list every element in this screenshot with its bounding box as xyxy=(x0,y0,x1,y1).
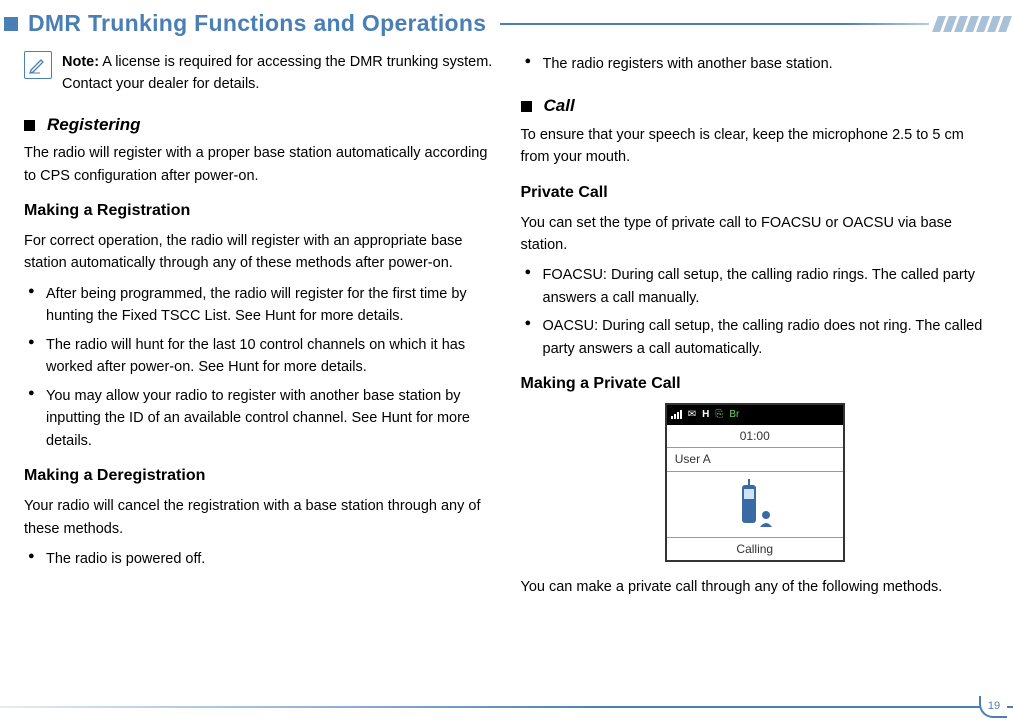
list-item: The radio will hunt for the last 10 cont… xyxy=(24,334,493,379)
phone-screen-illustration: ✉ H ⎘ Br 01:00 User A Calling xyxy=(665,403,845,562)
footer-rule-line xyxy=(0,706,1013,708)
right-column: The radio registers with another base st… xyxy=(507,51,1004,607)
phone-user: User A xyxy=(667,448,843,472)
left-column: Note: A license is required for accessin… xyxy=(10,51,507,607)
private-call-head: Private Call xyxy=(521,181,990,206)
registering-intro: The radio will register with a proper ba… xyxy=(24,142,493,187)
top-right-bullets: The radio registers with another base st… xyxy=(521,53,990,75)
list-item: FOACSU: During call setup, the calling r… xyxy=(521,264,990,309)
section-title: Registering xyxy=(47,112,141,138)
note-pencil-icon xyxy=(24,51,52,79)
status-h: H xyxy=(702,407,709,423)
note-label: Note: xyxy=(62,54,99,70)
list-item: OACSU: During call setup, the calling ra… xyxy=(521,315,990,360)
making-private-call-head: Making a Private Call xyxy=(521,372,990,397)
list-item: The radio is powered off. xyxy=(24,548,493,570)
status-br: Br xyxy=(729,407,739,423)
section-square-icon xyxy=(521,101,532,112)
phone-calling-label: Calling xyxy=(667,538,843,561)
header-stripes-icon xyxy=(932,16,1012,32)
signal-icon xyxy=(671,410,682,419)
note-body: A license is required for accessing the … xyxy=(62,54,492,92)
list-item: You may allow your radio to register wit… xyxy=(24,385,493,452)
making-registration-head: Making a Registration xyxy=(24,199,493,224)
note-block: Note: A license is required for accessin… xyxy=(24,51,493,96)
private-call-intro: You can set the type of private call to … xyxy=(521,212,990,257)
envelope-icon: ✉ xyxy=(688,407,696,423)
section-call: Call xyxy=(521,93,990,119)
note-text: Note: A license is required for accessin… xyxy=(62,51,493,96)
page-header: DMR Trunking Functions and Operations xyxy=(0,0,1013,43)
list-item: The radio registers with another base st… xyxy=(521,53,990,75)
making-deregistration-head: Making a Deregistration xyxy=(24,464,493,489)
header-rule-line xyxy=(500,23,929,25)
link-icon: ⎘ xyxy=(715,407,723,423)
section-registering: Registering xyxy=(24,112,493,138)
phone-status-bar: ✉ H ⎘ Br xyxy=(667,405,843,425)
deregistration-bullets: The radio is powered off. xyxy=(24,548,493,570)
list-item: After being programmed, the radio will r… xyxy=(24,283,493,328)
private-call-bullets: FOACSU: During call setup, the calling r… xyxy=(521,264,990,360)
section-square-icon xyxy=(24,120,35,131)
registration-bullets: After being programmed, the radio will r… xyxy=(24,283,493,452)
page-number: 19 xyxy=(979,696,1007,718)
phone-calling-graphic xyxy=(667,472,843,538)
header-square-icon xyxy=(4,17,18,31)
call-intro: To ensure that your speech is clear, kee… xyxy=(521,124,990,169)
phone-time: 01:00 xyxy=(667,425,843,449)
private-call-outro: You can make a private call through any … xyxy=(521,576,990,598)
making-registration-intro: For correct operation, the radio will re… xyxy=(24,230,493,275)
section-title: Call xyxy=(544,93,575,119)
page-title: DMR Trunking Functions and Operations xyxy=(28,10,486,37)
making-deregistration-intro: Your radio will cancel the registration … xyxy=(24,495,493,540)
content-columns: Note: A license is required for accessin… xyxy=(0,51,1013,607)
